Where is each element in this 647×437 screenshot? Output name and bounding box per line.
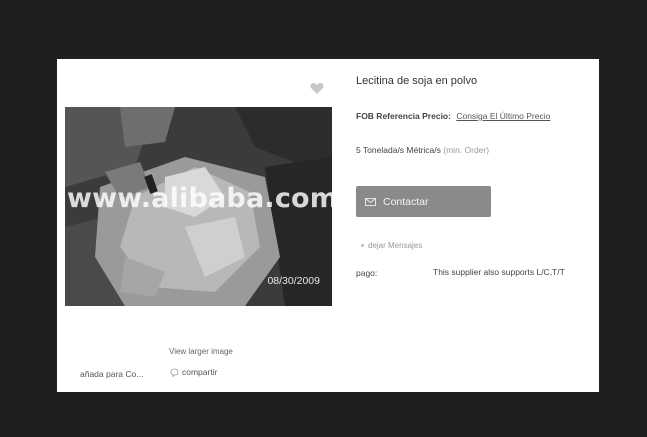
- image-date-stamp: 08/30/2009: [267, 275, 320, 287]
- min-order-row: 5 Tonelada/s Métrica/s (min. Order): [356, 145, 489, 155]
- bullet-icon: [361, 244, 364, 247]
- mail-icon: [365, 197, 376, 206]
- view-larger-link[interactable]: View larger image: [169, 347, 233, 356]
- share-label: compartir: [182, 367, 218, 377]
- share-icon: [170, 368, 179, 377]
- get-latest-price-link[interactable]: Consiga El Último Precio: [456, 111, 550, 121]
- min-order-note: (min. Order): [443, 145, 490, 155]
- contact-button-label: Contactar: [383, 195, 429, 208]
- payment-label: pago:: [356, 268, 378, 278]
- contact-button[interactable]: Contactar: [356, 186, 491, 217]
- price-row: FOB Referencia Precio: Consiga El Último…: [356, 111, 550, 121]
- add-to-compare-link[interactable]: añada para Co...: [80, 369, 143, 379]
- product-image[interactable]: www.alibaba.com 08/30/2009: [65, 107, 332, 306]
- price-label: FOB Referencia Precio:: [356, 111, 451, 121]
- leave-message-label: dejar Mensajes: [368, 241, 423, 250]
- payment-value: This supplier also supports L/C,T/T: [433, 267, 565, 277]
- product-card: www.alibaba.com 08/30/2009 View larger i…: [57, 59, 599, 392]
- share-link[interactable]: compartir: [170, 367, 217, 377]
- leave-message-link[interactable]: dejar Mensajes: [361, 241, 422, 250]
- heart-icon[interactable]: [310, 82, 324, 95]
- product-title: Lecitina de soja en polvo: [356, 75, 478, 87]
- min-order-value: 5 Tonelada/s Métrica/s: [356, 145, 441, 155]
- image-watermark: www.alibaba.com: [67, 183, 332, 214]
